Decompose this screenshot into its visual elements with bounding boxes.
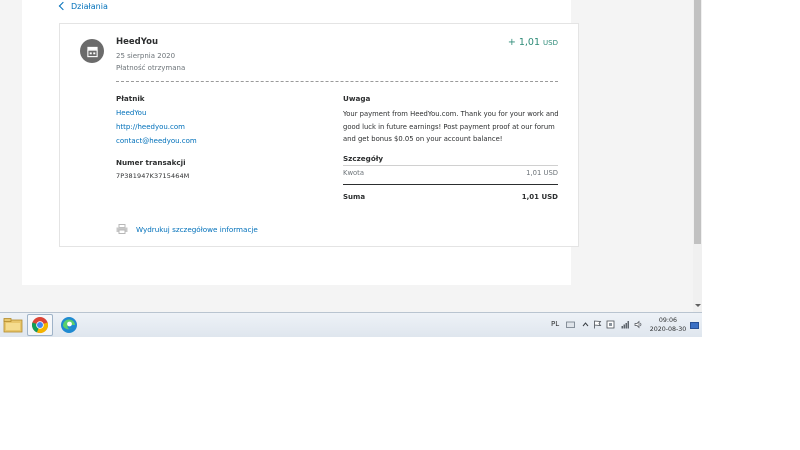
arrow-down-icon xyxy=(694,303,701,307)
total-divider xyxy=(343,184,558,185)
note-label: Uwaga xyxy=(343,94,371,103)
chevron-up-icon[interactable] xyxy=(581,320,590,329)
total-value: 1,01 USD xyxy=(521,193,558,201)
print-details-label: Wydrukuj szczegółowe informacje xyxy=(136,224,258,234)
taskbar-file-explorer[interactable] xyxy=(0,314,26,336)
clock-date: 2020-08-30 xyxy=(649,326,687,333)
chrome-icon xyxy=(32,317,48,333)
transaction-date: 25 sierpnia 2020 xyxy=(116,52,176,60)
vertical-scrollbar[interactable] xyxy=(693,0,702,312)
print-details-link[interactable]: Wydrukuj szczegółowe informacje xyxy=(116,224,258,234)
payer-url-link[interactable]: http://heedyou.com xyxy=(116,123,316,131)
merchant-name: HeedYou xyxy=(116,37,158,47)
transaction-amount: + 1,01 USD xyxy=(508,37,558,48)
details-divider xyxy=(343,165,558,166)
show-desktop-button[interactable] xyxy=(690,322,699,329)
note-section: Uwaga Your payment from HeedYou.com. Tha… xyxy=(343,94,561,146)
back-link[interactable]: Działania xyxy=(58,0,108,12)
language-indicator[interactable]: PL xyxy=(551,320,559,328)
device-icon[interactable] xyxy=(606,320,615,329)
amount-label: Kwota xyxy=(343,169,365,177)
payer-name-link[interactable]: HeedYou xyxy=(116,109,316,117)
scroll-down-arrow[interactable] xyxy=(693,300,702,310)
page-panel: Działania HeedYou 25 sierpnia 2020 Płatn… xyxy=(22,0,579,285)
edge-icon xyxy=(61,317,77,333)
flag-icon[interactable] xyxy=(593,320,602,329)
taskbar-edge[interactable] xyxy=(56,314,82,336)
back-link-label: Działania xyxy=(71,1,108,11)
transaction-status: Płatność otrzymana xyxy=(116,64,186,72)
transaction-id-value: 7P381947K3715464M xyxy=(116,172,190,180)
note-text: Your payment from HeedYou.com. Thank you… xyxy=(343,110,559,143)
taskbar: PL 09:06 2020-08-30 xyxy=(0,312,702,337)
payer-section: Płatnik HeedYou http://heedyou.com conta… xyxy=(116,94,316,145)
amount-row-value: 1,01 USD xyxy=(526,169,558,177)
chevron-left-icon xyxy=(58,1,68,11)
store-icon-graphic xyxy=(86,46,98,57)
browser-viewport: Działania HeedYou 25 sierpnia 2020 Płatn… xyxy=(0,0,702,312)
taskbar-chrome[interactable] xyxy=(27,314,53,336)
transaction-card: HeedYou 25 sierpnia 2020 Płatność otrzym… xyxy=(59,23,579,247)
payer-email-link[interactable]: contact@heedyou.com xyxy=(116,137,316,145)
amount-currency: USD xyxy=(543,39,558,47)
network-icon[interactable] xyxy=(621,320,630,329)
screen: Działania HeedYou 25 sierpnia 2020 Płatn… xyxy=(0,0,800,450)
transaction-id-label: Numer transakcji xyxy=(116,158,186,167)
amount-row: Kwota 1,01 USD xyxy=(343,169,558,177)
keyboard-icon[interactable] xyxy=(566,320,575,329)
dashed-divider xyxy=(116,81,558,82)
store-icon xyxy=(80,39,104,63)
printer-icon xyxy=(116,224,128,234)
scrollbar-thumb[interactable] xyxy=(694,0,701,244)
total-row: Suma 1,01 USD xyxy=(343,193,558,201)
amount-value: + 1,01 xyxy=(507,37,540,48)
details-label: Szczegóły xyxy=(343,154,384,163)
system-clock[interactable]: 09:06 2020-08-30 xyxy=(648,316,688,334)
volume-icon[interactable] xyxy=(634,320,643,329)
folder-icon xyxy=(3,318,23,333)
total-label: Suma xyxy=(343,193,366,201)
clock-time: 09:06 xyxy=(658,317,678,324)
payer-label: Płatnik xyxy=(116,94,145,103)
